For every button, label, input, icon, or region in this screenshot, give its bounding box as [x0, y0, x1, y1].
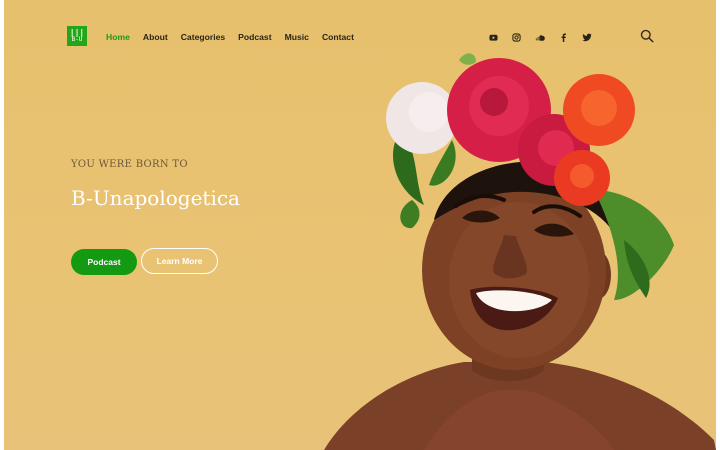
nav-podcast[interactable]: Podcast — [238, 30, 271, 44]
hero-title: B-Unapologetica — [71, 186, 240, 210]
hero-photo — [324, 53, 716, 450]
hero-eyebrow: YOU WERE BORN TO — [71, 159, 188, 170]
site-logo[interactable]: ||| B-U — [67, 26, 87, 46]
learn-more-button[interactable]: Learn More — [141, 248, 218, 274]
podcast-button[interactable]: Podcast — [71, 249, 137, 275]
logo-text: B-U — [71, 36, 83, 43]
nav-home[interactable]: Home — [106, 30, 130, 44]
nav-categories[interactable]: Categories — [181, 30, 225, 44]
hero-section: ||| B-U Home About Categories Podcast Mu… — [4, 0, 716, 450]
nav-about[interactable]: About — [143, 30, 168, 44]
